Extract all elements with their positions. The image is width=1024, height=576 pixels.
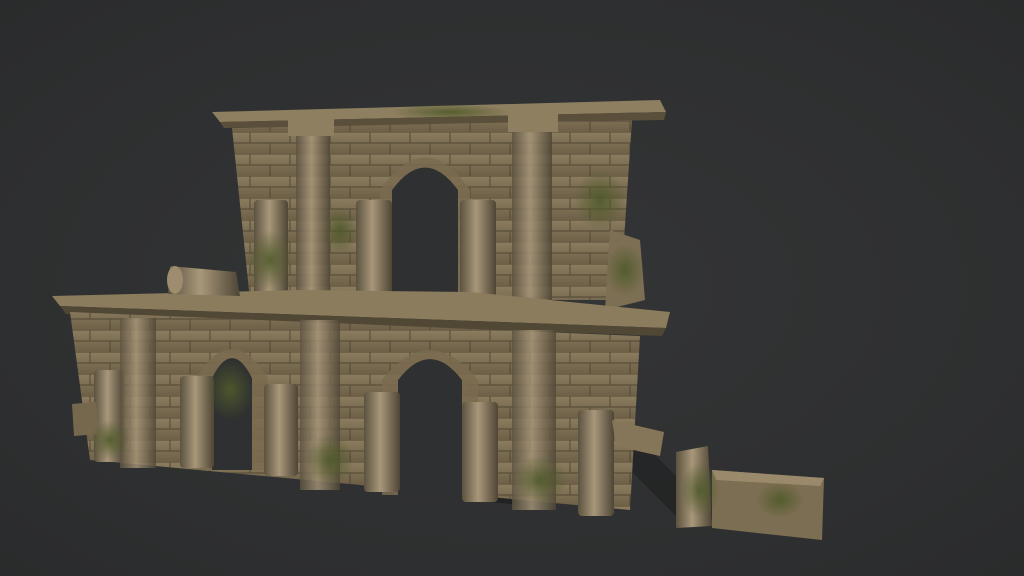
lower-arch-opening-center: [398, 359, 462, 498]
3d-viewport[interactable]: [0, 0, 1024, 576]
ruin-model: [52, 100, 824, 540]
upper-arch-opening: [392, 167, 458, 300]
